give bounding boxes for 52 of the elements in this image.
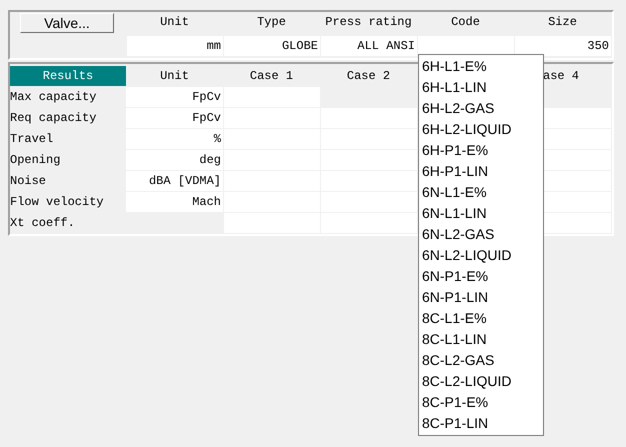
table-cell: dBA [VDMA] — [126, 171, 223, 192]
table-cell: deg — [126, 150, 223, 171]
table-cell: ALL ANSI — [320, 36, 417, 56]
dropdown-option[interactable]: 8C-L2-GAS — [419, 350, 543, 371]
dropdown-option[interactable]: 8C-P1-LIN — [419, 413, 543, 434]
row-label: Travel — [10, 131, 54, 148]
row-label: Max capacity — [10, 89, 98, 106]
dropdown-option[interactable]: 6H-L2-LIQUID — [419, 119, 543, 140]
input-cell[interactable] — [320, 108, 417, 129]
column-header: Code — [451, 14, 480, 31]
dropdown-option[interactable]: 8C-L1-E% — [419, 308, 543, 329]
input-cell[interactable] — [320, 150, 417, 171]
dropdown-option[interactable]: 6H-L2-GAS — [419, 98, 543, 119]
dropdown-option[interactable]: 6H-L1-LIN — [419, 77, 543, 98]
row-label: Req capacity — [10, 110, 98, 127]
dropdown-option[interactable]: 6H-P1-LIN — [419, 161, 543, 182]
row-label: Xt coeff. — [10, 215, 76, 232]
dropdown-option[interactable]: 6N-L2-LIQUID — [419, 245, 543, 266]
results-header: Results — [10, 66, 126, 86]
column-header: Case 1 — [250, 68, 294, 84]
table-cell: GLOBE — [223, 36, 320, 56]
column-header: Type — [257, 14, 286, 31]
dropdown-option[interactable]: 6N-L1-LIN — [419, 203, 543, 224]
dropdown-option[interactable]: 6N-L1-E% — [419, 182, 543, 203]
dropdown-option[interactable]: 6H-L1-E% — [419, 56, 543, 77]
input-cell[interactable] — [320, 192, 417, 213]
table-cell: 350 — [514, 36, 611, 56]
column-header: Press rating — [325, 14, 412, 31]
column-header: Unit — [160, 68, 189, 84]
column-header: Case 2 — [346, 68, 390, 84]
valve-button[interactable]: Valve... — [20, 13, 114, 33]
row-label: Noise — [10, 173, 48, 190]
row-label: Opening — [10, 152, 62, 169]
table-cell: FpCv — [126, 108, 223, 129]
row-label: Flow velocity — [10, 194, 105, 211]
dropdown-option[interactable]: 8C-L1-LIN — [419, 329, 543, 350]
column-header: Size — [548, 14, 577, 31]
table-cell: mm — [126, 36, 223, 56]
input-cell[interactable] — [320, 171, 417, 192]
dropdown-option[interactable]: 6N-P1-E% — [419, 266, 543, 287]
table-cell: % — [126, 129, 223, 150]
dropdown-option[interactable]: 8C-P1-E% — [419, 392, 543, 413]
input-cell[interactable] — [320, 129, 417, 150]
input-cell[interactable] — [320, 213, 417, 234]
dropdown-option[interactable]: 6H-P1-E% — [419, 140, 543, 161]
dropdown-option[interactable]: 6N-L2-GAS — [419, 224, 543, 245]
dropdown-option[interactable]: 6N-P1-LIN — [419, 287, 543, 308]
table-cell: Mach — [126, 192, 223, 213]
table-cell: FpCv — [126, 87, 223, 108]
column-header: Unit — [160, 14, 189, 31]
dropdown-option[interactable]: 8C-L2-LIQUID — [419, 371, 543, 392]
column-header: ase 4 — [543, 68, 580, 84]
